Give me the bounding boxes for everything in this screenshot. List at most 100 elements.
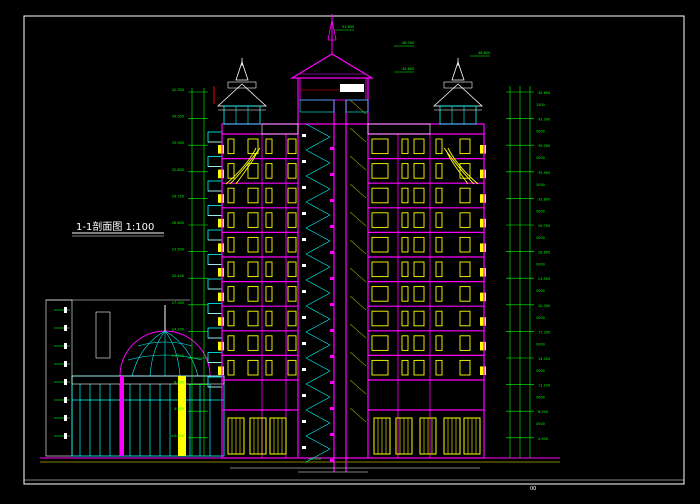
balcony — [207, 327, 223, 339]
window — [247, 310, 259, 327]
right-dimension-label: 3000 — [536, 263, 545, 267]
window — [247, 261, 259, 278]
machine-room-label-block — [340, 84, 364, 92]
window — [227, 310, 235, 327]
window — [413, 261, 425, 278]
window — [227, 261, 235, 278]
stair-flight — [305, 227, 331, 242]
stair-landing-mark — [330, 329, 334, 332]
podium-dim-marker — [64, 415, 67, 421]
window — [435, 212, 443, 228]
ground-floor-shops — [221, 379, 485, 455]
right-dimension-label: 3000 — [536, 342, 545, 346]
right-elevation-label: 23.500 — [538, 277, 550, 281]
podium-dim-marker — [64, 307, 67, 313]
right-parapet — [367, 123, 431, 135]
elevation-label: 29.700 — [172, 194, 184, 198]
stair-landing-mark — [330, 199, 334, 202]
stair-landing-mark — [302, 368, 306, 371]
window — [401, 261, 409, 278]
stair-flight — [305, 136, 331, 151]
top-elevation-label: 48.300 — [402, 41, 414, 45]
window — [265, 163, 273, 179]
window — [287, 310, 297, 327]
right-dimension-label: 3000 — [536, 396, 545, 400]
podium-dim-marker — [64, 379, 67, 385]
podium-column — [178, 376, 186, 456]
podium-dim-marker — [64, 343, 67, 349]
window — [459, 261, 471, 278]
elevation-label: 11.100 — [172, 354, 184, 358]
balcony — [207, 156, 223, 167]
right-elevation-label: 39.000 — [538, 144, 550, 148]
window — [435, 163, 443, 179]
window — [371, 163, 389, 179]
window — [435, 138, 443, 155]
window — [247, 359, 259, 376]
right-elevation-label: 29.700 — [538, 224, 550, 228]
window-frame-edge — [218, 243, 224, 252]
stair-landing-mark — [302, 134, 306, 137]
stair-flight — [305, 123, 331, 138]
window — [413, 187, 425, 204]
stair-landing-mark — [302, 316, 306, 319]
window — [247, 335, 259, 351]
right-pavilion — [432, 58, 484, 125]
stair-flight — [305, 305, 331, 320]
window — [227, 236, 235, 253]
window-frame-edge — [480, 194, 486, 203]
window — [227, 138, 235, 155]
podium-column-magenta — [120, 376, 124, 456]
window — [413, 236, 425, 253]
right-dimension-labels: 45.600 42.300 39.000 35.900 32.800 29.700 26.6… — [506, 91, 550, 441]
stair-flight-right — [349, 267, 367, 283]
window-frame-edge — [218, 317, 224, 326]
stair-landing-mark — [302, 160, 306, 163]
window — [265, 310, 273, 327]
stair-landing-mark — [330, 407, 334, 410]
stair-flight — [305, 422, 331, 437]
balcony — [207, 352, 223, 363]
window — [247, 286, 259, 302]
window — [435, 335, 443, 351]
window — [459, 310, 471, 327]
elevation-label: 32.800 — [172, 168, 184, 172]
window — [413, 335, 425, 351]
right-dimension-label: 3000 — [536, 316, 545, 320]
right-dimension-label: 3000 — [536, 236, 545, 240]
window — [287, 163, 297, 179]
window — [401, 212, 409, 228]
stair-flight-right — [349, 127, 367, 143]
stair-flight — [305, 162, 331, 177]
drawing-title: 1-1剖面图 1:100 — [76, 220, 154, 233]
window — [371, 212, 389, 228]
window — [287, 261, 297, 278]
window — [435, 359, 443, 376]
window — [459, 335, 471, 351]
window — [371, 187, 389, 204]
stair-flight-right — [349, 155, 367, 171]
window — [459, 138, 471, 155]
window — [371, 359, 389, 376]
window — [413, 138, 425, 155]
stair-landing-mark — [330, 251, 334, 254]
window — [413, 359, 425, 376]
window — [435, 310, 443, 327]
window — [227, 163, 235, 179]
stair-flight — [305, 396, 331, 411]
window — [265, 236, 273, 253]
window — [287, 286, 297, 302]
window-frame-edge — [218, 218, 224, 228]
stair-flight — [305, 331, 331, 346]
stair-flight-right — [349, 323, 367, 339]
window — [401, 236, 409, 253]
window-frame-edge — [218, 268, 224, 277]
stair-landing-mark — [330, 173, 334, 176]
window — [227, 187, 235, 204]
stair-flight-right — [349, 239, 367, 255]
window — [459, 236, 471, 253]
stair-flight — [305, 266, 331, 281]
right-dimension-label: 4500 — [536, 422, 545, 426]
window — [247, 236, 259, 253]
window — [371, 310, 389, 327]
